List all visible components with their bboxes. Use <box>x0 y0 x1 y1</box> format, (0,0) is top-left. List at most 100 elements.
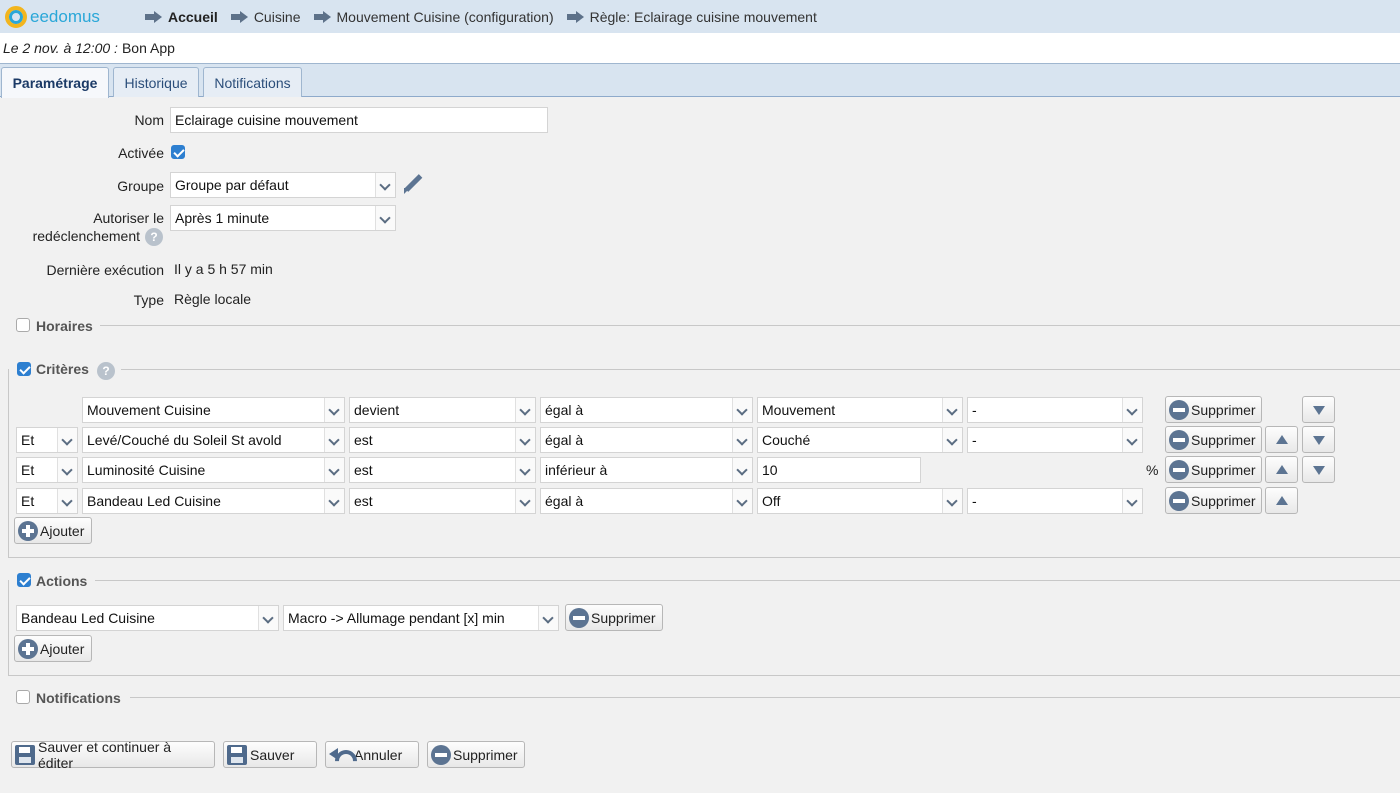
criterion-conjunction-select[interactable]: Et <box>16 457 78 483</box>
chevron-down-icon <box>375 173 395 197</box>
move-down-button[interactable] <box>1302 396 1335 423</box>
criterion-value-select[interactable]: Mouvement <box>757 397 963 423</box>
criterion-conjunction-select[interactable]: Et <box>16 488 78 514</box>
criterion-extra-select[interactable]: - <box>967 427 1143 453</box>
criterion-delete-button[interactable]: Supprimer <box>1165 426 1262 453</box>
criterion-extra-select[interactable]: - <box>967 397 1143 423</box>
criterion-verb-select[interactable]: est <box>349 457 536 483</box>
move-down-button[interactable] <box>1302 456 1335 483</box>
redeclenchement-label-line1: Autoriser le <box>93 210 164 226</box>
type-label: Type <box>133 292 164 308</box>
horaires-title: Horaires <box>36 318 93 334</box>
criterion-operator-select[interactable]: égal à <box>540 397 753 423</box>
chevron-down-icon <box>732 458 752 482</box>
derniere-execution-label: Dernière exécution <box>46 262 164 278</box>
breadcrumb-cuisine[interactable]: Cuisine <box>230 9 301 25</box>
minus-circle-icon <box>1169 399 1189 420</box>
help-icon[interactable]: ? <box>145 228 163 246</box>
minus-circle-icon <box>431 744 451 765</box>
chevron-down-icon <box>942 489 962 513</box>
criterion-conjunction-select[interactable]: Et <box>16 427 78 453</box>
tab-parametrage[interactable]: Paramétrage <box>1 67 109 98</box>
criterion-operator-select[interactable]: égal à <box>540 427 753 453</box>
breadcrumb-rule: Règle: Eclairage cuisine mouvement <box>566 9 817 25</box>
breadcrumb-accueil[interactable]: Accueil <box>145 9 218 25</box>
edit-pencil-icon[interactable] <box>402 174 424 196</box>
activee-label: Activée <box>118 145 164 161</box>
action-delete-button[interactable]: Supprimer <box>565 604 663 631</box>
chevron-down-icon <box>1122 398 1142 422</box>
undo-icon <box>329 747 351 763</box>
tab-historique[interactable]: Historique <box>113 67 199 97</box>
horaires-checkbox[interactable] <box>16 318 30 332</box>
arrow-right-icon <box>145 10 163 23</box>
groupe-select[interactable]: Groupe par défaut <box>170 172 396 198</box>
plus-circle-icon <box>18 520 38 541</box>
minus-circle-icon <box>1169 429 1189 450</box>
chevron-down-icon <box>375 206 395 230</box>
criterion-verb-select[interactable]: est <box>349 488 536 514</box>
cancel-button[interactable]: Annuler <box>325 741 419 768</box>
criterion-verb-select[interactable]: devient <box>349 397 536 423</box>
criterion-device-select[interactable]: Bandeau Led Cuisine <box>82 488 345 514</box>
criterion-delete-button[interactable]: Supprimer <box>1165 396 1262 423</box>
criterion-operator-select[interactable]: égal à <box>540 488 753 514</box>
criterion-extra-select[interactable]: - <box>967 488 1143 514</box>
tab-bar: Paramétrage Historique Notifications <box>0 63 1400 98</box>
floppy-disk-icon <box>227 744 247 765</box>
action-command-select[interactable]: Macro -> Allumage pendant [x] min <box>283 605 559 631</box>
minus-circle-icon <box>569 607 589 628</box>
action-device-select[interactable]: Bandeau Led Cuisine <box>16 605 279 631</box>
save-and-continue-button[interactable]: Sauver et continuer à éditer <box>11 739 215 771</box>
move-up-button[interactable] <box>1265 426 1298 453</box>
arrow-right-icon <box>566 10 585 23</box>
add-action-button[interactable]: Ajouter <box>14 635 92 662</box>
nom-input[interactable]: Eclairage cuisine mouvement <box>170 107 548 133</box>
criterion-operator-select[interactable]: inférieur à <box>540 457 753 483</box>
chevron-down-icon <box>57 428 77 452</box>
type-value: Règle locale <box>174 291 252 307</box>
delete-rule-button[interactable]: Supprimer <box>427 741 525 768</box>
chevron-down-icon <box>515 489 535 513</box>
criterion-device-select[interactable]: Luminosité Cuisine <box>82 457 345 483</box>
nom-label: Nom <box>134 112 164 128</box>
floppy-disk-icon <box>15 744 35 765</box>
criterion-verb-select[interactable]: est <box>349 427 536 453</box>
redeclenchement-select[interactable]: Après 1 minute <box>170 205 396 231</box>
chevron-down-icon <box>57 489 77 513</box>
add-criterion-button[interactable]: Ajouter <box>14 517 92 544</box>
move-down-button[interactable] <box>1302 426 1335 453</box>
criterion-device-select[interactable]: Levé/Couché du Soleil St avold <box>82 427 345 453</box>
criterion-delete-button[interactable]: Supprimer <box>1165 456 1262 483</box>
criterion-value-select[interactable]: Couché <box>757 427 963 453</box>
top-bar: eedomus Accueil Cuisine Mouvement Cuisin… <box>0 0 1400 33</box>
move-up-button[interactable] <box>1265 487 1298 514</box>
chevron-down-icon <box>1122 489 1142 513</box>
eedomus-logo[interactable]: eedomus <box>5 5 145 28</box>
redeclenchement-label-line2: redéclenchement <box>32 228 140 244</box>
chevron-down-icon <box>942 398 962 422</box>
minus-circle-icon <box>1169 459 1189 480</box>
chevron-down-icon <box>1122 428 1142 452</box>
chevron-down-icon <box>324 398 344 422</box>
criterion-device-select[interactable]: Mouvement Cuisine <box>82 397 345 423</box>
breadcrumb-device[interactable]: Mouvement Cuisine (configuration) <box>313 9 554 25</box>
chevron-down-icon <box>57 458 77 482</box>
notifications-divider <box>130 697 1400 698</box>
horaires-divider <box>100 325 1400 326</box>
save-button[interactable]: Sauver <box>223 741 317 768</box>
notifications-title: Notifications <box>36 690 121 706</box>
notifications-checkbox[interactable] <box>16 690 30 704</box>
criterion-unit: % <box>1146 462 1159 478</box>
criterion-delete-button[interactable]: Supprimer <box>1165 487 1262 514</box>
groupe-label: Groupe <box>117 178 164 194</box>
chevron-down-icon <box>515 398 535 422</box>
move-up-button[interactable] <box>1265 456 1298 483</box>
chevron-down-icon <box>324 458 344 482</box>
activee-checkbox[interactable] <box>171 145 185 159</box>
tab-notifications[interactable]: Notifications <box>203 67 302 97</box>
status-message: Bon App <box>121 40 175 56</box>
criterion-value-input[interactable]: 10 <box>757 457 921 483</box>
criterion-value-select[interactable]: Off <box>757 488 963 514</box>
logo-ring-icon <box>5 5 27 28</box>
